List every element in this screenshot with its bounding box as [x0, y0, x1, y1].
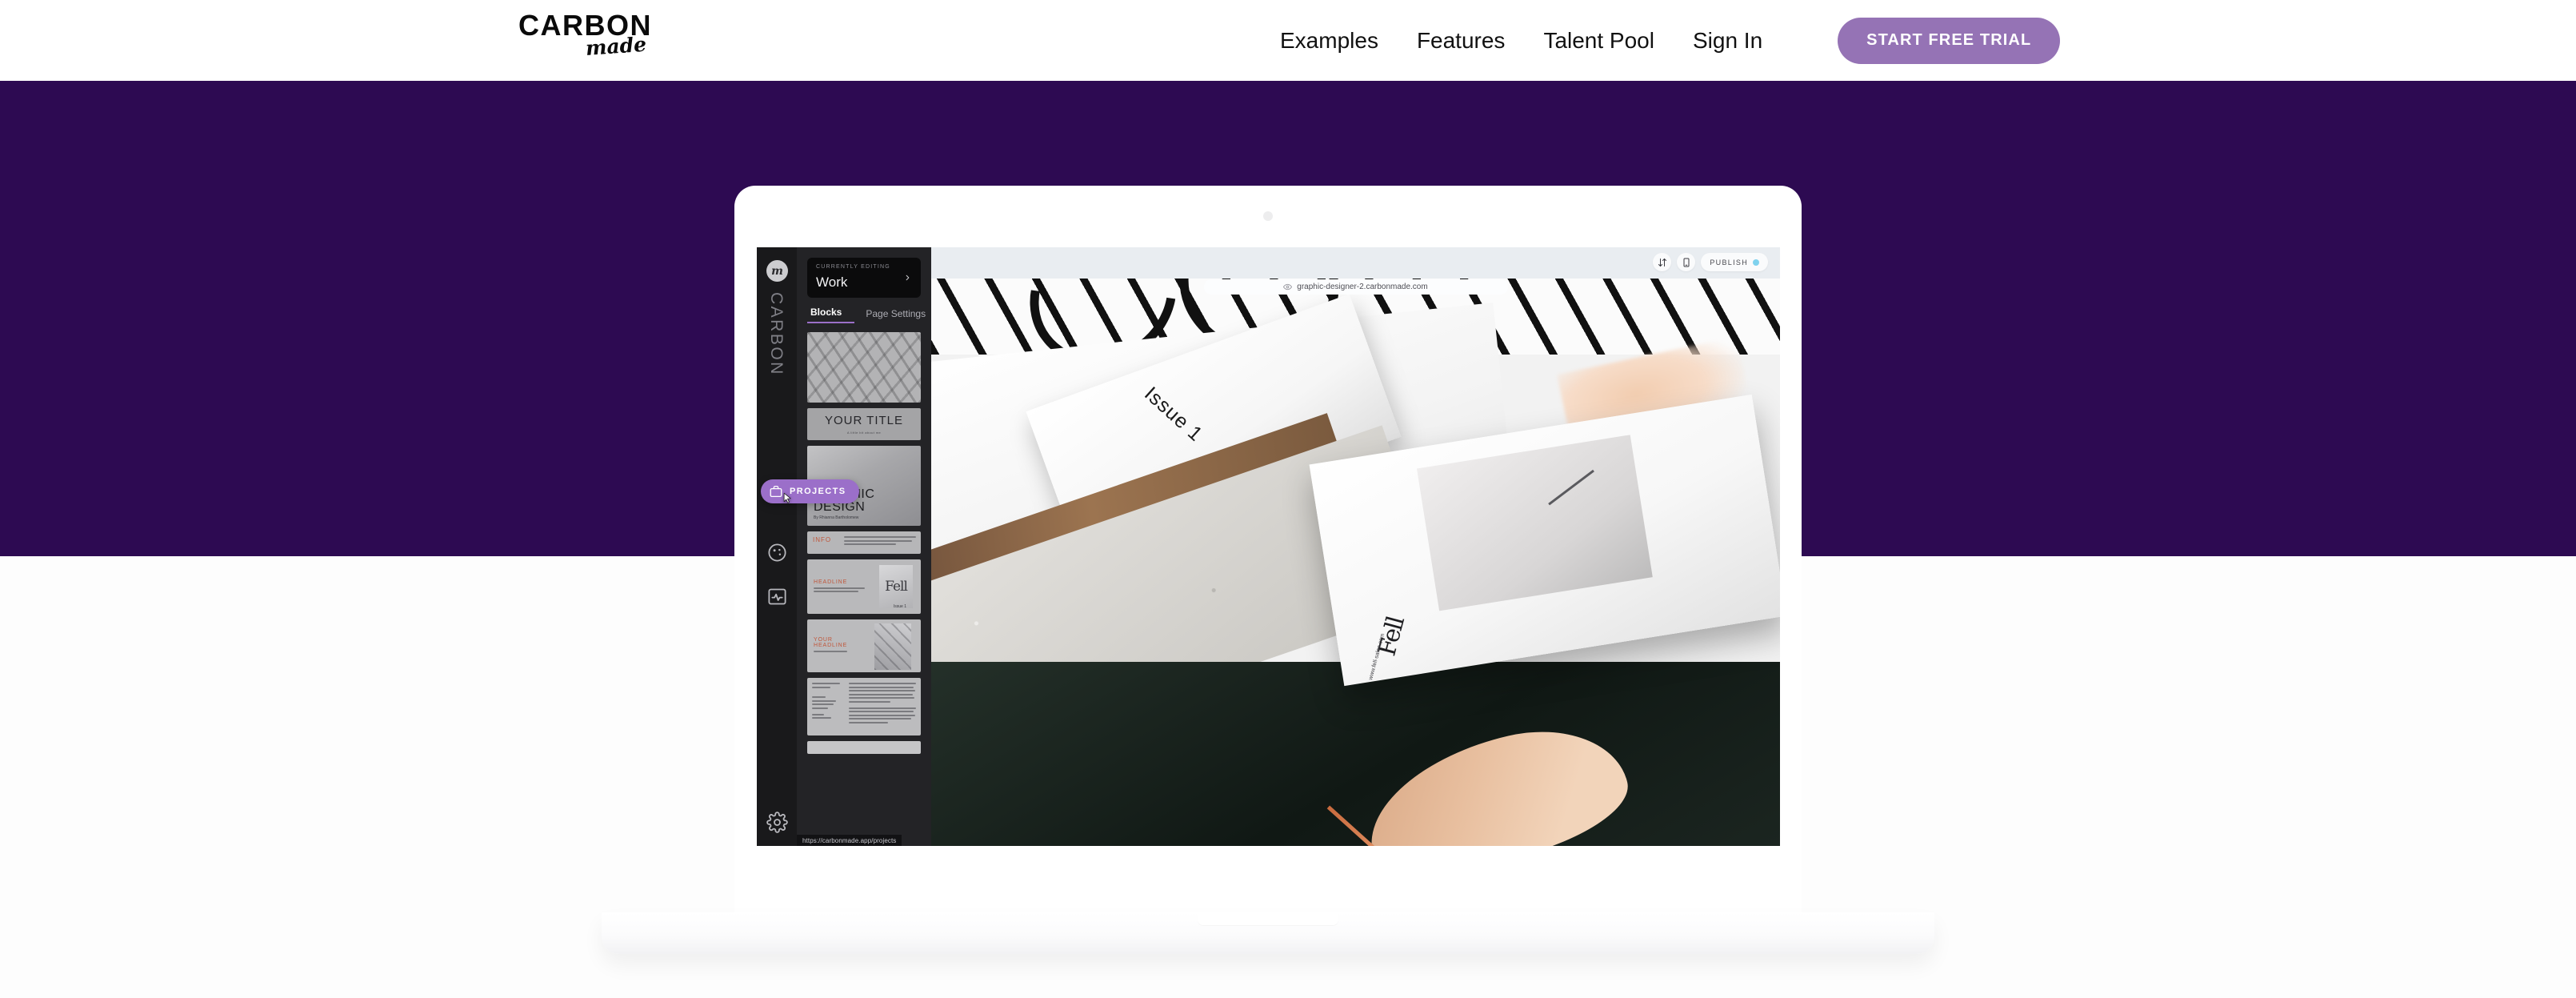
analytics-icon[interactable] [766, 586, 788, 607]
block-info-label: INFO [813, 536, 832, 543]
panel-tabs: Blocks Page Settings [807, 307, 926, 323]
currently-editing-value: Work [816, 275, 848, 290]
status-bar-url: https://carbonmade.app/projects [802, 836, 897, 844]
publish-status-dot [1753, 259, 1759, 266]
block-headline-issue: Issue 1 [893, 604, 906, 609]
preview-url-text: graphic-designer-2.carbonmade.com [1297, 283, 1428, 291]
editor-blocks-panel: CURRENTLY EDITING Work Blocks Page Setti… [797, 247, 931, 846]
block-text-right-column [849, 683, 916, 725]
blocks-list: YOUR TITLE A little bit about me GRAPHIC… [807, 332, 921, 754]
sidebar-item-projects[interactable]: PROJECTS [761, 479, 859, 503]
mobile-preview-button[interactable] [1677, 253, 1696, 271]
block-headline-cover: Fell [879, 565, 913, 608]
block-headline-label: HEADLINE [814, 579, 848, 585]
block-card-plain[interactable] [807, 741, 921, 754]
block-hero-byline: By Rhianna Bartholomew [814, 515, 859, 520]
tab-blocks[interactable]: Blocks [807, 307, 855, 323]
block-headline2-label: YOUR HEADLINE [814, 637, 848, 649]
eye-icon [1283, 283, 1293, 291]
block-card-title[interactable]: YOUR TITLE A little bit about me [807, 408, 921, 440]
primary-navigation: Examples Features Talent Pool Sign In ST… [1280, 0, 2061, 81]
gear-icon[interactable] [766, 812, 788, 833]
photo-magazine-image [1416, 435, 1653, 611]
site-header: CARBON made Examples Features Talent Poo… [0, 0, 2576, 81]
photo-dark-floor [931, 662, 1780, 846]
block-card-image[interactable] [807, 332, 921, 403]
publish-button[interactable]: PUBLISH [1701, 253, 1768, 271]
block-card-text[interactable] [807, 678, 921, 735]
rail-brand-label: CARBON [767, 292, 786, 376]
laptop-notch [1198, 912, 1338, 926]
currently-editing-label: CURRENTLY EDITING [816, 264, 890, 270]
nav-item-talent-pool[interactable]: Talent Pool [1543, 29, 1654, 52]
currently-editing-card[interactable]: CURRENTLY EDITING Work [807, 258, 921, 298]
browser-status-bar: https://carbonmade.app/projects [797, 835, 902, 846]
preview-hero-photo: Issue 1 Fell www.fell-salon.com [931, 271, 1780, 846]
site-preview-pane: Issue 1 Fell www.fell-salon.com PUBLISH … [931, 247, 1780, 846]
laptop-camera-icon [1263, 211, 1273, 221]
mouse-cursor-icon [782, 491, 794, 506]
carbonmade-logo[interactable]: CARBON made [518, 11, 718, 69]
chevron-right-icon [903, 271, 912, 284]
palette-icon[interactable] [766, 542, 788, 563]
laptop-base [602, 912, 1934, 954]
publish-label: PUBLISH [1710, 258, 1748, 267]
nav-item-features[interactable]: Features [1417, 29, 1506, 52]
reorder-blocks-button[interactable] [1653, 253, 1672, 271]
photo-scissors [1548, 469, 1594, 506]
sidebar-item-projects-label: PROJECTS [790, 487, 846, 496]
block-info-lines [844, 536, 916, 547]
block-title-subtitle: A little bit about me [846, 431, 882, 435]
nav-item-examples[interactable]: Examples [1280, 29, 1378, 52]
preview-toolbar-actions: PUBLISH [1653, 253, 1768, 271]
block-headline2-image [874, 623, 911, 670]
tab-page-settings[interactable]: Page Settings [866, 308, 926, 323]
block-text-left-column [812, 683, 842, 721]
block-card-info[interactable]: INFO [807, 531, 921, 554]
laptop-screen: Issue 1 Fell www.fell-salon.com PUBLISH … [757, 247, 1780, 846]
landing-page: CARBON made Examples Features Talent Poo… [0, 0, 2576, 998]
block-card-headline-2[interactable]: YOUR HEADLINE [807, 619, 921, 672]
photo-issue-label: Issue 1 [1140, 382, 1207, 447]
preview-url-bar[interactable]: graphic-designer-2.carbonmade.com [1203, 279, 1508, 295]
avatar[interactable]: m [766, 260, 788, 282]
preview-toolbar: PUBLISH [931, 247, 1780, 279]
nav-item-sign-in[interactable]: Sign In [1693, 29, 1762, 52]
block-card-headline[interactable]: HEADLINE Fell Issue 1 [807, 559, 921, 614]
start-free-trial-button[interactable]: START FREE TRIAL [1838, 17, 2061, 64]
editor-rail: m CARBON [757, 247, 797, 846]
laptop-mockup: Issue 1 Fell www.fell-salon.com PUBLISH … [602, 186, 1934, 954]
block-title-text: YOUR TITLE [824, 413, 904, 427]
